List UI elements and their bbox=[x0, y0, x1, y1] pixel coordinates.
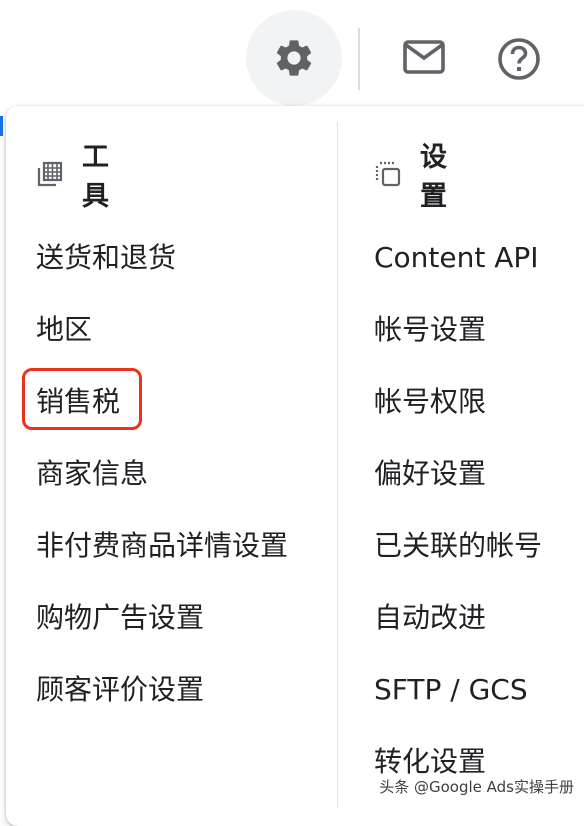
menu-item-regions[interactable]: 地区 bbox=[36, 310, 92, 350]
settings-header-label: 设置 bbox=[420, 142, 447, 212]
tools-header-label: 工具 bbox=[82, 142, 109, 212]
help-icon bbox=[498, 38, 540, 80]
mail-button[interactable] bbox=[402, 38, 446, 80]
settings-header: 设置 bbox=[374, 142, 449, 212]
mail-icon bbox=[403, 40, 445, 74]
highlight-box bbox=[22, 368, 142, 430]
menu-item-linked-accounts[interactable]: 已关联的帐号 bbox=[374, 526, 542, 566]
column-divider bbox=[337, 122, 338, 808]
menu-item-shopping-ads-settings[interactable]: 购物广告设置 bbox=[36, 598, 204, 638]
menu-item-account-access[interactable]: 帐号权限 bbox=[374, 382, 486, 422]
menu-item-customer-reviews-settings[interactable]: 顾客评价设置 bbox=[36, 670, 204, 710]
help-button[interactable] bbox=[496, 36, 542, 86]
tools-grid-icon bbox=[36, 159, 64, 189]
watermark: 头条 @Google Ads实操手册 bbox=[379, 778, 574, 796]
menu-item-content-api[interactable]: Content API bbox=[374, 238, 539, 278]
menu-item-sftp-gcs[interactable]: SFTP / GCS bbox=[374, 670, 528, 710]
menu-item-account-settings[interactable]: 帐号设置 bbox=[374, 310, 486, 350]
top-toolbar bbox=[0, 0, 584, 108]
accent-edge bbox=[0, 116, 3, 136]
toolbar-divider bbox=[358, 28, 360, 90]
tools-header: 工具 bbox=[36, 142, 111, 212]
menu-item-preferences[interactable]: 偏好设置 bbox=[374, 454, 486, 494]
gear-icon bbox=[276, 40, 312, 76]
menu-item-automatic-improvements[interactable]: 自动改进 bbox=[374, 598, 486, 638]
menu-item-shipping-returns[interactable]: 送货和退货 bbox=[36, 238, 176, 278]
settings-button[interactable] bbox=[246, 10, 342, 106]
menu-item-business-info[interactable]: 商家信息 bbox=[36, 454, 148, 494]
copy-settings-icon bbox=[374, 159, 402, 189]
menu-item-free-listings-settings[interactable]: 非付费商品详情设置 bbox=[36, 526, 288, 566]
